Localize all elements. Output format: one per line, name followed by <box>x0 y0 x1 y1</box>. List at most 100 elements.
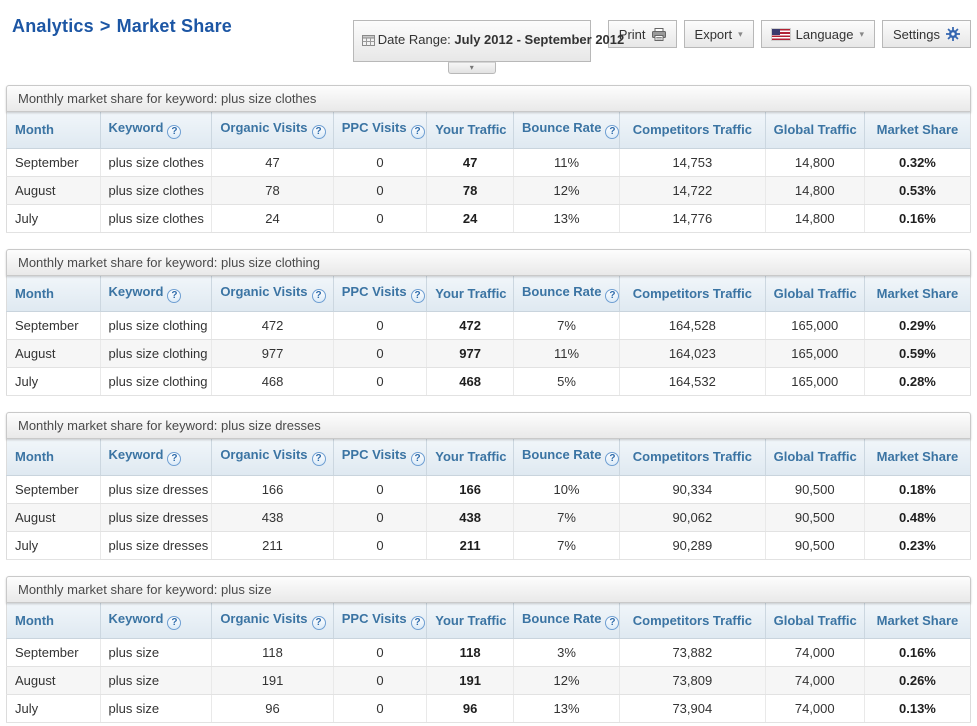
cell-month: July <box>7 204 101 232</box>
column-header-label: Keyword <box>109 120 164 135</box>
cell-month: September <box>7 475 101 503</box>
cell-your-traffic: 211 <box>427 531 514 559</box>
cell-global-traffic: 90,500 <box>765 531 864 559</box>
column-header-label: Bounce Rate <box>522 611 601 626</box>
cell-competitors-traffic: 73,882 <box>620 639 766 667</box>
table-row: Augustplus size clothes7807812%14,72214,… <box>7 176 971 204</box>
help-icon[interactable]: ? <box>605 616 619 630</box>
settings-button[interactable]: Settings <box>882 20 971 48</box>
column-header-organic-visits: Organic Visits? <box>212 276 333 312</box>
cell-competitors-traffic: 14,753 <box>620 148 766 176</box>
column-header-global-traffic: Global Traffic <box>765 439 864 475</box>
cell-month: August <box>7 340 101 368</box>
cell-market-share: 0.13% <box>864 695 970 723</box>
breadcrumb-analytics-link[interactable]: Analytics <box>12 16 94 36</box>
column-header-month: Month <box>7 603 101 639</box>
cell-market-share: 0.29% <box>864 312 970 340</box>
help-icon[interactable]: ? <box>411 616 425 630</box>
column-header-bounce-rate: Bounce Rate? <box>514 112 620 148</box>
column-header-ppc-visits: PPC Visits? <box>333 112 427 148</box>
cell-market-share: 0.32% <box>864 148 970 176</box>
export-button[interactable]: Export ▾ <box>684 20 754 48</box>
column-header-market-share: Market Share <box>864 276 970 312</box>
help-icon[interactable]: ? <box>312 289 326 303</box>
cell-organic-visits: 438 <box>212 503 333 531</box>
market-share-panel: Monthly market share for keyword: plus s… <box>6 576 971 724</box>
column-header-label: Month <box>15 449 54 464</box>
cell-month: September <box>7 148 101 176</box>
topbar: Analytics>Market Share Date Range: July … <box>0 0 977 85</box>
column-header-label: Keyword <box>109 611 164 626</box>
column-header-label: Market Share <box>877 613 959 628</box>
column-header-keyword: Keyword? <box>100 276 212 312</box>
column-header-label: Month <box>15 286 54 301</box>
cell-competitors-traffic: 73,904 <box>620 695 766 723</box>
column-header-your-traffic: Your Traffic <box>427 112 514 148</box>
cell-bounce-rate: 3% <box>514 639 620 667</box>
help-icon[interactable]: ? <box>605 452 619 466</box>
date-range-control: Date Range: July 2012 - September 2012 ▾ <box>353 20 591 62</box>
cell-organic-visits: 468 <box>212 368 333 396</box>
column-header-label: Bounce Rate <box>522 447 601 462</box>
column-header-bounce-rate: Bounce Rate? <box>514 439 620 475</box>
column-header-label: Market Share <box>877 122 959 137</box>
cell-organic-visits: 191 <box>212 667 333 695</box>
column-header-market-share: Market Share <box>864 112 970 148</box>
cell-keyword: plus size dresses <box>100 475 212 503</box>
column-header-label: Global Traffic <box>774 286 857 301</box>
cell-ppc-visits: 0 <box>333 340 427 368</box>
cell-keyword: plus size <box>100 639 212 667</box>
help-icon[interactable]: ? <box>167 125 181 139</box>
cell-keyword: plus size clothes <box>100 148 212 176</box>
help-icon[interactable]: ? <box>312 452 326 466</box>
help-icon[interactable]: ? <box>411 125 425 139</box>
cell-competitors-traffic: 164,528 <box>620 312 766 340</box>
cell-month: August <box>7 503 101 531</box>
column-header-label: Your Traffic <box>435 122 506 137</box>
breadcrumb-separator: > <box>100 16 111 36</box>
column-header-label: Global Traffic <box>774 613 857 628</box>
help-icon[interactable]: ? <box>312 125 326 139</box>
column-header-label: Bounce Rate <box>522 120 601 135</box>
toolbar: Date Range: July 2012 - September 2012 ▾… <box>353 20 971 62</box>
help-icon[interactable]: ? <box>167 289 181 303</box>
column-header-label: Competitors Traffic <box>633 122 752 137</box>
language-button[interactable]: Language ▾ <box>761 20 875 48</box>
column-header-label: Competitors Traffic <box>633 286 752 301</box>
header-row: MonthKeyword?Organic Visits?PPC Visits?Y… <box>7 439 971 475</box>
help-icon[interactable]: ? <box>167 616 181 630</box>
cell-ppc-visits: 0 <box>333 204 427 232</box>
cell-organic-visits: 47 <box>212 148 333 176</box>
column-header-keyword: Keyword? <box>100 112 212 148</box>
help-icon[interactable]: ? <box>167 452 181 466</box>
help-icon[interactable]: ? <box>605 289 619 303</box>
cell-keyword: plus size <box>100 695 212 723</box>
table-row: Augustplus size191019112%73,80974,0000.2… <box>7 667 971 695</box>
date-range-expander[interactable]: ▾ <box>448 62 496 74</box>
cell-global-traffic: 74,000 <box>765 667 864 695</box>
cell-competitors-traffic: 90,289 <box>620 531 766 559</box>
cell-market-share: 0.16% <box>864 204 970 232</box>
chevron-down-icon: ▾ <box>738 30 743 39</box>
cell-market-share: 0.53% <box>864 176 970 204</box>
help-icon[interactable]: ? <box>312 616 326 630</box>
cell-month: July <box>7 695 101 723</box>
date-range-button[interactable]: Date Range: July 2012 - September 2012 <box>353 20 591 62</box>
column-header-organic-visits: Organic Visits? <box>212 112 333 148</box>
column-header-label: Competitors Traffic <box>633 613 752 628</box>
help-icon[interactable]: ? <box>605 125 619 139</box>
help-icon[interactable]: ? <box>411 289 425 303</box>
cell-competitors-traffic: 90,334 <box>620 475 766 503</box>
cell-month: July <box>7 368 101 396</box>
help-icon[interactable]: ? <box>411 452 425 466</box>
header-row: MonthKeyword?Organic Visits?PPC Visits?Y… <box>7 112 971 148</box>
cell-your-traffic: 468 <box>427 368 514 396</box>
column-header-competitors-traffic: Competitors Traffic <box>620 112 766 148</box>
column-header-market-share: Market Share <box>864 439 970 475</box>
export-button-label: Export <box>695 27 733 42</box>
market-share-table: MonthKeyword?Organic Visits?PPC Visits?Y… <box>6 439 971 560</box>
cell-month: August <box>7 176 101 204</box>
cell-ppc-visits: 0 <box>333 503 427 531</box>
column-header-market-share: Market Share <box>864 603 970 639</box>
cell-keyword: plus size dresses <box>100 531 212 559</box>
